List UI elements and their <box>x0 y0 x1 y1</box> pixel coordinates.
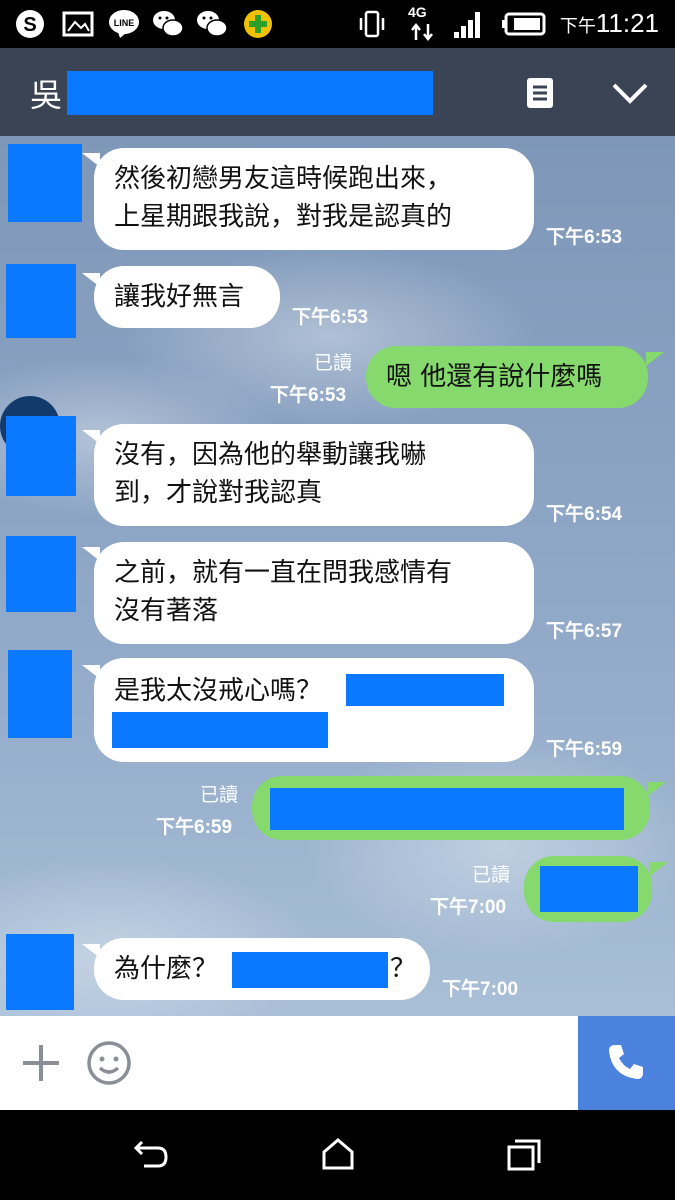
input-bar <box>0 1016 675 1110</box>
chat-title[interactable]: 吳 <box>30 70 62 116</box>
redacted-text <box>270 788 624 830</box>
redacted-text <box>232 952 388 988</box>
phone-icon <box>609 1045 643 1079</box>
plus-app-icon <box>244 10 272 38</box>
svg-text:LINE: LINE <box>114 18 135 28</box>
read-receipt: 已讀 <box>472 865 511 886</box>
message-time: 下午6:59 <box>546 739 623 760</box>
note-icon[interactable] <box>524 76 556 110</box>
vibrate-icon <box>359 10 385 38</box>
system-nav-bar <box>0 1110 675 1200</box>
message-time: 下午7:00 <box>430 897 507 918</box>
message-line: 上星期跟我說，對我是認真的 <box>114 202 453 232</box>
message-time: 下午6:57 <box>546 621 623 642</box>
back-icon[interactable] <box>132 1138 170 1172</box>
avatar[interactable] <box>6 934 74 1010</box>
avatar[interactable] <box>6 264 76 338</box>
message-time: 下午6:54 <box>546 504 623 525</box>
message-line: 沒有著落 <box>114 596 219 626</box>
data-arrows-icon <box>411 22 433 42</box>
status-time: 下午11:21 <box>559 8 659 38</box>
message-time: 下午6:53 <box>292 307 369 328</box>
svg-text:S: S <box>23 14 36 36</box>
message-line: 然後初戀男友這時候跑出來， <box>114 164 453 194</box>
message-time: 下午6:53 <box>270 385 347 406</box>
message-bubble-incoming[interactable]: 然後初戀男友這時候跑出來， 上星期跟我說，對我是認真的 <box>94 148 534 250</box>
message-time: 下午6:53 <box>546 227 623 248</box>
message-bubble-incoming[interactable]: 沒有，因為他的舉動讓我嚇 到，才說對我認真 <box>94 424 534 526</box>
recents-icon[interactable] <box>506 1138 542 1172</box>
line-icon: LINE <box>109 10 139 38</box>
signal-icon <box>454 12 480 38</box>
chevron-down-icon[interactable] <box>610 80 650 106</box>
gallery-icon <box>62 11 94 37</box>
message-line: 之前，就有一直在問我感情有 <box>114 558 453 588</box>
message-line: 嗯 他還有說什麼嗎 <box>386 362 603 392</box>
redacted-text <box>346 674 504 706</box>
wechat-icon <box>153 11 184 37</box>
home-icon[interactable] <box>320 1136 356 1172</box>
message-line: 沒有，因為他的舉動讓我嚇 <box>114 440 427 470</box>
message-line: ？ <box>390 954 417 984</box>
message-bubble-outgoing[interactable] <box>524 856 652 922</box>
message-bubble-outgoing[interactable] <box>252 776 650 840</box>
message-line: 到，才說對我認真 <box>114 478 323 508</box>
smiley-icon[interactable] <box>86 1040 132 1086</box>
skype-icon: S <box>16 10 44 38</box>
avatar[interactable] <box>6 416 76 496</box>
battery-icon <box>502 12 546 36</box>
message-line: 讓我好無言 <box>114 282 245 312</box>
wechat-icon <box>197 11 228 37</box>
avatar[interactable] <box>6 536 76 612</box>
avatar[interactable] <box>8 650 72 738</box>
message-bubble-incoming[interactable]: 之前，就有一直在問我感情有 沒有著落 <box>94 542 534 644</box>
read-receipt: 已讀 <box>314 353 353 374</box>
network-label: 4G <box>408 4 427 20</box>
message-time: 下午7:00 <box>442 979 519 1000</box>
message-bubble-incoming[interactable]: 為什麼？ ？ <box>94 938 430 1000</box>
message-bubble-incoming[interactable]: 是我太沒戒心嗎？ <box>94 658 534 762</box>
read-receipt: 已讀 <box>200 785 239 806</box>
redacted-name <box>67 71 433 115</box>
redacted-text <box>112 712 328 748</box>
message-time: 下午6:59 <box>156 817 233 838</box>
chat-area[interactable]: 然後初戀男友這時候跑出來， 上星期跟我說，對我是認真的 下午6:53 讓我好無言… <box>0 136 675 1016</box>
status-bar: S LINE 4G 下午11:21 <box>0 0 675 48</box>
plus-icon[interactable] <box>20 1042 62 1084</box>
avatar[interactable] <box>8 144 82 222</box>
message-bubble-outgoing[interactable]: 嗯 他還有說什麼嗎 <box>366 346 648 408</box>
call-button[interactable] <box>578 1016 675 1110</box>
message-bubble-incoming[interactable]: 讓我好無言 <box>94 266 280 328</box>
message-line: 為什麼？ <box>114 954 219 984</box>
chat-header: 吳 <box>0 48 675 136</box>
redacted-text <box>540 866 638 912</box>
